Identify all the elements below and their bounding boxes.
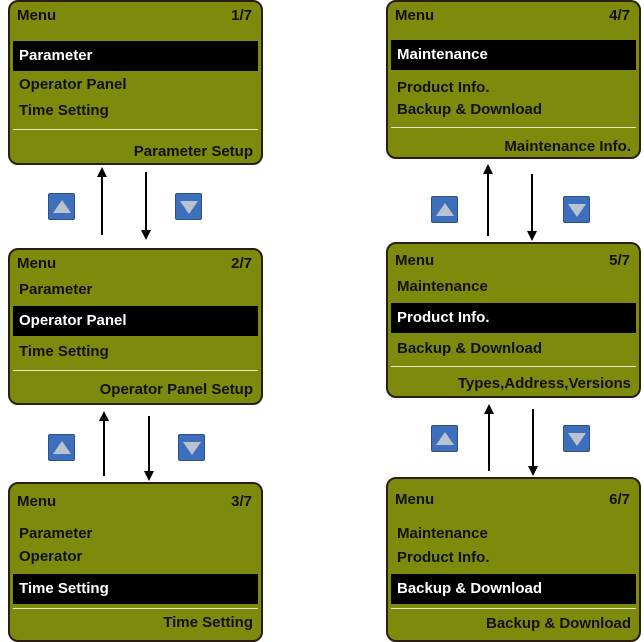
- transition-arrows: [97, 164, 538, 481]
